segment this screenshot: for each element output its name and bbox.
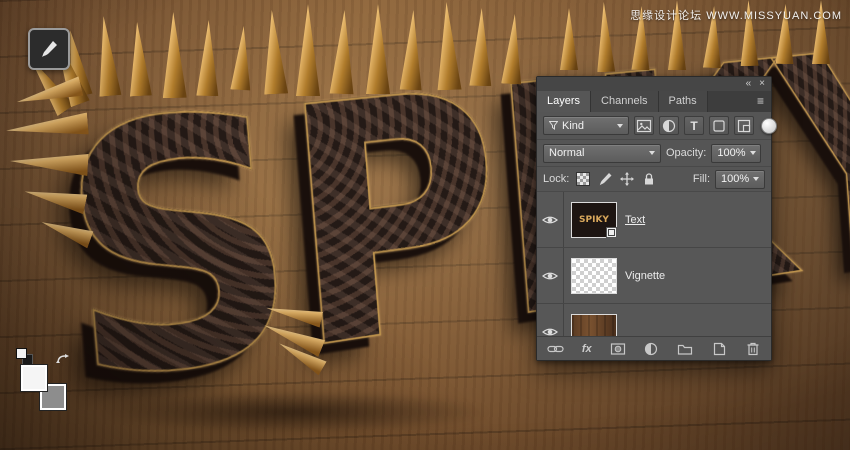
delete-layer-button[interactable]	[745, 341, 761, 357]
transparency-icon	[575, 172, 590, 186]
type-icon: T	[690, 118, 698, 133]
chevron-down-icon	[753, 177, 760, 181]
layer-thumbnail[interactable]: SPIKY	[571, 201, 617, 238]
fill-label: Fill:	[692, 173, 710, 185]
link-layers-button[interactable]	[547, 341, 564, 357]
panel-tabs: Layers Channels Paths ≡	[537, 91, 771, 113]
close-panel-icon[interactable]: ×	[759, 79, 765, 89]
visibility-toggle[interactable]	[537, 248, 564, 303]
filter-toggle-switch[interactable]	[761, 118, 777, 134]
image-icon	[636, 119, 652, 132]
blend-mode-select[interactable]: Normal	[543, 143, 661, 163]
layers-panel: « × Layers Channels Paths ≡ Kind T Norma…	[536, 76, 777, 361]
tab-paths[interactable]: Paths	[658, 91, 708, 112]
lock-label: Lock:	[543, 173, 570, 185]
tab-channels[interactable]: Channels	[591, 91, 659, 112]
layer-thumbnail[interactable]	[571, 313, 617, 338]
swap-colors-icon[interactable]	[56, 354, 70, 366]
lock-all-button[interactable]	[640, 171, 657, 188]
new-group-button[interactable]	[677, 341, 693, 357]
brush-icon	[39, 39, 59, 59]
visibility-toggle[interactable]	[537, 304, 564, 338]
collapse-panel-icon[interactable]: «	[746, 79, 752, 89]
folder-icon	[678, 344, 693, 355]
eye-icon	[542, 272, 558, 279]
chevron-down-icon	[749, 151, 756, 155]
lock-icon	[644, 173, 653, 185]
new-layer-icon	[713, 342, 726, 355]
add-adjustment-layer-button[interactable]	[643, 341, 659, 357]
eye-icon	[542, 216, 558, 223]
link-icon	[547, 345, 564, 352]
filter-row: Kind T	[537, 112, 777, 140]
layer-name[interactable]: Text	[625, 214, 645, 226]
layer-row-background[interactable]	[537, 304, 771, 338]
move-icon	[619, 172, 634, 186]
filter-pixel-layers-button[interactable]	[634, 116, 654, 135]
brush-icon	[599, 173, 612, 186]
funnel-icon	[549, 121, 558, 130]
visibility-toggle[interactable]	[537, 192, 564, 247]
layers-list: SPIKY Text Vignette	[537, 192, 771, 338]
color-swatches	[14, 348, 80, 426]
layer-row-text[interactable]: SPIKY Text	[537, 192, 771, 248]
add-layer-mask-button[interactable]	[610, 341, 626, 357]
lock-transparency-button[interactable]	[574, 171, 591, 188]
fill-select[interactable]: 100%	[715, 169, 765, 189]
filter-adjustment-layers-button[interactable]	[659, 116, 679, 135]
foreground-color-swatch[interactable]	[20, 364, 48, 392]
panel-titlebar: « ×	[537, 77, 771, 92]
new-layer-button[interactable]	[711, 341, 727, 357]
smart-object-badge-icon	[606, 226, 617, 238]
opacity-label: Opacity:	[666, 147, 707, 159]
photoshop-canvas: SPIKY SPIKY 思缘设计论坛 WWW.MISSYUAN.COM « ×	[0, 0, 850, 450]
tab-layers[interactable]: Layers	[537, 91, 592, 112]
lock-paint-button[interactable]	[596, 171, 613, 188]
filter-shape-layers-button[interactable]	[709, 116, 729, 135]
filter-kind-select[interactable]: Kind	[543, 116, 629, 135]
layer-row-vignette[interactable]: Vignette	[537, 248, 771, 304]
chevron-down-icon	[617, 123, 623, 128]
layer-mask-icon	[610, 342, 625, 355]
layer-thumbnail[interactable]	[571, 257, 617, 294]
shape-icon	[713, 119, 725, 132]
lock-position-button[interactable]	[618, 171, 635, 188]
filter-smart-objects-button[interactable]	[734, 116, 754, 135]
panel-menu-icon[interactable]: ≡	[750, 91, 771, 112]
blend-row: Normal Opacity: 100%	[537, 140, 771, 167]
filter-type-layers-button[interactable]: T	[684, 116, 704, 135]
chevron-down-icon	[649, 151, 655, 155]
panel-footer: fx	[537, 336, 771, 360]
smart-object-icon	[737, 119, 751, 132]
half-circle-icon	[662, 119, 676, 132]
layer-style-button[interactable]: fx	[582, 343, 592, 355]
lock-row: Lock: Fill: 100%	[537, 167, 771, 192]
adjustment-icon	[645, 342, 658, 355]
brush-tool-button[interactable]	[28, 28, 70, 70]
site-watermark: 思缘设计论坛 WWW.MISSYUAN.COM	[630, 10, 842, 22]
layer-name[interactable]: Vignette	[625, 270, 665, 282]
trash-icon	[747, 342, 759, 355]
opacity-select[interactable]: 100%	[711, 143, 762, 163]
default-colors-icon[interactable]	[16, 348, 27, 359]
